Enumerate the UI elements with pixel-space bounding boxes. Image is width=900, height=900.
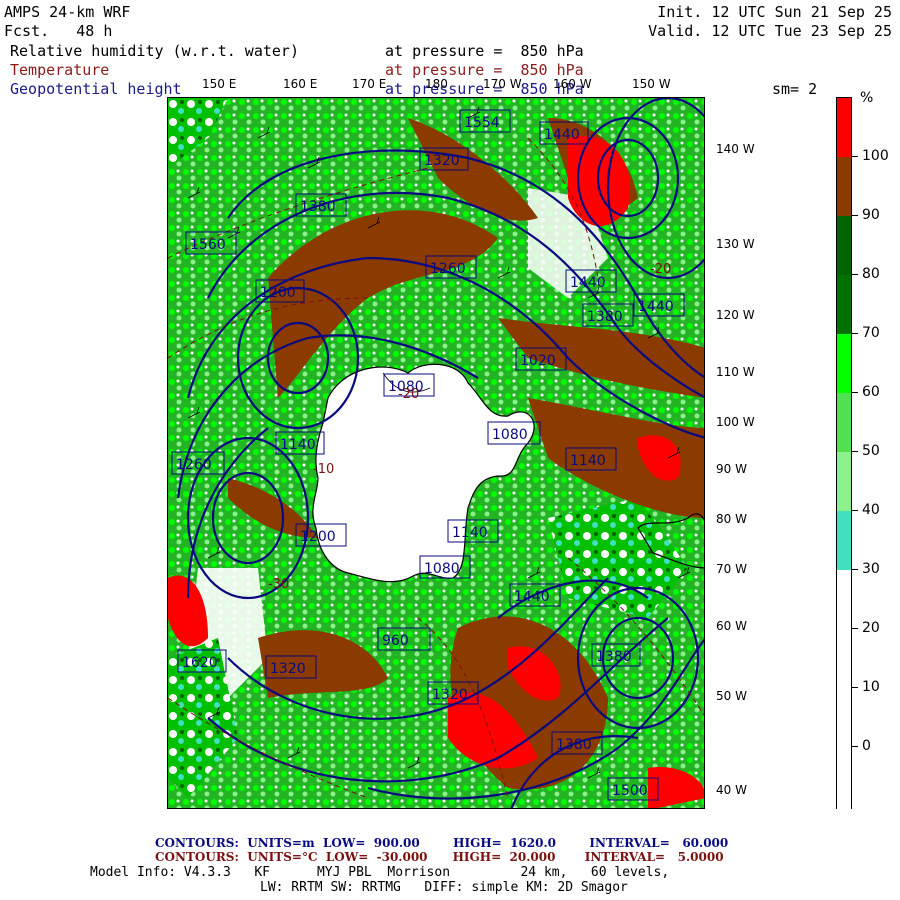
colorbar-label: 30 <box>862 561 880 577</box>
colorbar-segment-60 <box>837 334 851 393</box>
model-info: Model Info: V4.3.3 KF MYJ PBL Morrison 2… <box>90 865 670 880</box>
colorbar-tick <box>852 569 858 570</box>
lon-label-right: 100 W <box>716 415 755 429</box>
colorbar-label: 40 <box>862 502 880 518</box>
colorbar-label: 90 <box>862 207 880 223</box>
lon-label-top: 160 E <box>283 77 318 91</box>
contour-label: 1320 <box>432 687 468 703</box>
contour-label: 1140 <box>452 525 488 541</box>
smoothing-label: sm= 2 <box>772 80 818 98</box>
lon-label-right: 80 W <box>716 512 747 526</box>
colorbar-tick <box>852 215 858 216</box>
contour-label: 1380 <box>556 737 592 753</box>
colorbar-segment-90 <box>837 157 851 216</box>
lon-label-right: 40 W <box>716 783 747 797</box>
contour-label: 1620 <box>182 655 218 671</box>
colorbar-label: 20 <box>862 620 880 636</box>
contour-label: 1200 <box>300 529 336 545</box>
temperature-label: -10 <box>313 462 334 477</box>
lon-label-top: 160 W <box>553 77 592 91</box>
colorbar-label: 70 <box>862 325 880 341</box>
lon-label-right: 70 W <box>716 562 747 576</box>
colorbar-label: 0 <box>862 738 871 754</box>
contour-label: 1380 <box>587 309 623 325</box>
contour-label: 1440 <box>514 589 550 605</box>
colorbar-tick <box>852 333 858 334</box>
field-rh-pressure: at pressure = 850 hPa <box>385 42 584 60</box>
lon-label-right: 50 W <box>716 689 747 703</box>
valid-time: Valid. 12 UTC Tue 23 Sep 25 <box>648 22 892 40</box>
colorbar <box>836 97 852 810</box>
contour-label: 1080 <box>492 427 528 443</box>
lon-label-top: 170 W <box>483 77 522 91</box>
contour-label: 1320 <box>424 153 460 169</box>
map-panel: 1554 1440 1380 1320 1260 1200 1440 1380 … <box>167 97 705 809</box>
contour-label: 1440 <box>570 275 606 291</box>
colorbar-tick <box>852 274 858 275</box>
contour-label: 1440 <box>638 299 674 315</box>
contour-label: 1140 <box>570 453 606 469</box>
colorbar-label: 60 <box>862 384 880 400</box>
lon-label-right: 60 W <box>716 619 747 633</box>
contour-label: 1440 <box>544 127 580 143</box>
lon-label-top: 180 <box>425 77 448 91</box>
colorbar-segment-50 <box>837 393 851 452</box>
map-canvas: 1554 1440 1380 1320 1260 1200 1440 1380 … <box>168 98 704 808</box>
lon-label-right: 110 W <box>716 365 755 379</box>
contour-label: 1260 <box>430 261 466 277</box>
temperature-contour-info: CONTOURS: UNITS=°C LOW= -30.000 HIGH= 20… <box>155 850 724 864</box>
lon-label-top: 150 E <box>202 77 237 91</box>
height-contour-info: CONTOURS: UNITS=m LOW= 900.00 HIGH= 1620… <box>155 836 729 850</box>
contour-label: 1560 <box>190 237 226 253</box>
lon-label-right: 90 W <box>716 462 747 476</box>
temperature-label: -20 <box>398 387 419 402</box>
contour-label: 1380 <box>596 649 632 665</box>
lon-label-right: 130 W <box>716 237 755 251</box>
forecast-hour: Fcst. 48 h <box>4 22 113 40</box>
contour-label: 1020 <box>520 353 556 369</box>
lon-label-top: 150 W <box>632 77 671 91</box>
field-height-name: Geopotential height <box>10 80 182 98</box>
colorbar-tick <box>852 510 858 511</box>
init-time: Init. 12 UTC Sun 21 Sep 25 <box>657 3 892 21</box>
contour-label: 960 <box>382 633 409 649</box>
contour-label: 1554 <box>464 115 500 131</box>
colorbar-segment-100 <box>837 98 851 157</box>
contour-label: 1260 <box>176 457 212 473</box>
lon-label-right: 140 W <box>716 142 755 156</box>
colorbar-tick <box>852 451 858 452</box>
model-title: AMPS 24-km WRF <box>4 3 131 21</box>
contour-label: 1080 <box>424 561 460 577</box>
colorbar-label: 50 <box>862 443 880 459</box>
colorbar-segment-30 <box>837 511 851 570</box>
contour-label: 1200 <box>260 285 296 301</box>
colorbar-tick <box>852 392 858 393</box>
temperature-label: -30 <box>268 577 289 592</box>
colorbar-unit: % <box>860 90 874 106</box>
field-temp-pressure: at pressure = 850 hPa <box>385 61 584 79</box>
field-temp-name: Temperature <box>10 61 110 79</box>
colorbar-segment-70 <box>837 275 851 334</box>
colorbar-segment-20 <box>837 570 851 810</box>
colorbar-segment-40 <box>837 452 851 511</box>
contour-label: 1140 <box>280 437 316 453</box>
lon-label-right: 120 W <box>716 308 755 322</box>
contour-label: 1320 <box>270 661 306 677</box>
colorbar-tick <box>852 687 858 688</box>
colorbar-tick <box>852 746 858 747</box>
physics-info: LW: RRTM SW: RRTMG DIFF: simple KM: 2D S… <box>260 880 628 895</box>
colorbar-segment-80 <box>837 216 851 275</box>
colorbar-tick <box>852 628 858 629</box>
colorbar-label: 100 <box>862 148 889 164</box>
field-rh-name: Relative humidity (w.r.t. water) <box>10 42 299 60</box>
colorbar-tick <box>852 156 858 157</box>
contour-label: 1500 <box>612 783 648 799</box>
temperature-label: -20 <box>650 262 671 277</box>
colorbar-label: 80 <box>862 266 880 282</box>
contour-label: 1380 <box>300 199 336 215</box>
lon-label-top: 170 E <box>352 77 387 91</box>
colorbar-label: 10 <box>862 679 880 695</box>
